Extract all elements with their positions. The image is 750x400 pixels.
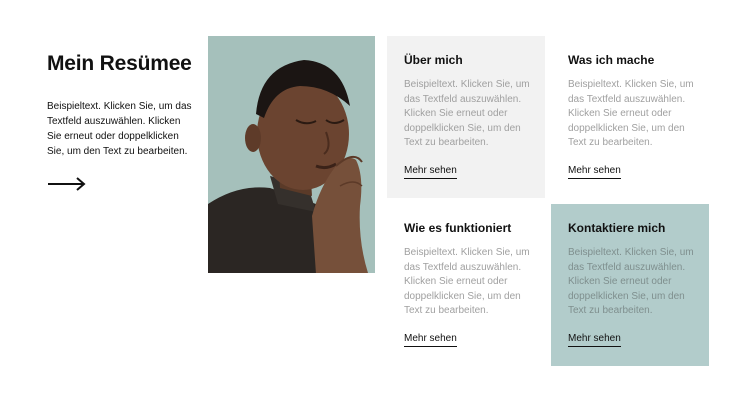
card-ueber-mich: Über mich Beispieltext. Klicken Sie, um … <box>387 36 545 198</box>
card-text: Beispieltext. Klicken Sie, um das Textfe… <box>568 79 694 149</box>
card-text: Beispieltext. Klicken Sie, um das Textfe… <box>568 247 694 317</box>
arrow-right-icon[interactable] <box>47 176 87 192</box>
card-was-ich-mache: Was ich mache Beispieltext. Klicken Sie,… <box>551 36 709 198</box>
card-wie-es-funktioniert: Wie es funktioniert Beispieltext. Klicke… <box>387 204 545 366</box>
card-title: Über mich <box>404 53 463 67</box>
page-title: Mein Resümee <box>47 52 192 75</box>
card-title: Was ich mache <box>568 53 655 67</box>
portrait-photo <box>208 36 375 273</box>
card-text: Beispieltext. Klicken Sie, um das Textfe… <box>404 79 530 149</box>
card-title: Kontaktiere mich <box>568 221 666 235</box>
card-kontaktiere-mich: Kontaktiere mich Beispieltext. Klicken S… <box>551 204 709 366</box>
mehr-sehen-link[interactable]: Mehr sehen <box>404 165 457 179</box>
card-title: Wie es funktioniert <box>404 221 512 235</box>
mehr-sehen-link[interactable]: Mehr sehen <box>404 333 457 347</box>
intro-text: Beispieltext. Klicken Sie, um das Textfe… <box>47 101 192 157</box>
card-text: Beispieltext. Klicken Sie, um das Textfe… <box>404 247 530 317</box>
intro-section: Mein Resümee Beispieltext. Klicken Sie, … <box>47 52 197 159</box>
mehr-sehen-link[interactable]: Mehr sehen <box>568 333 621 347</box>
mehr-sehen-link[interactable]: Mehr sehen <box>568 165 621 179</box>
